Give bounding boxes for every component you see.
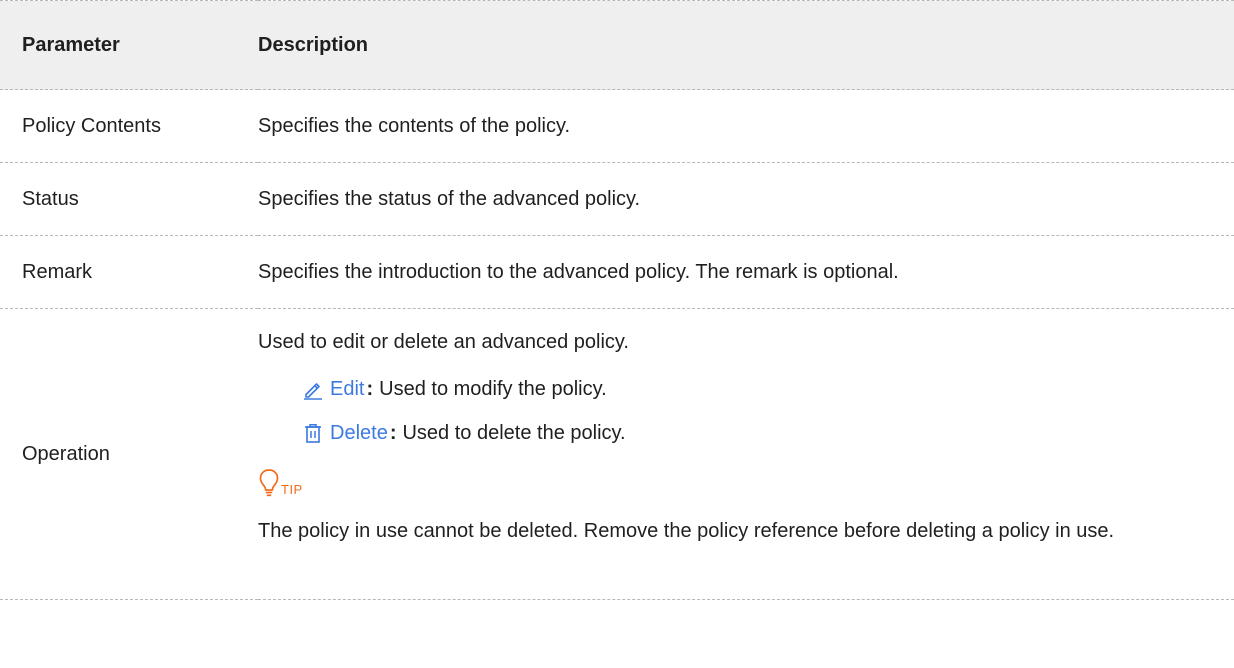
- description-cell: Specifies the introduction to the advanc…: [258, 235, 1234, 309]
- delete-operation-item: Delete : Used to delete the policy.: [258, 418, 1214, 448]
- parameter-table: Parameter Description Policy Contents Sp…: [0, 0, 1234, 600]
- column-header-parameter: Parameter: [0, 0, 258, 90]
- parameter-cell: Status: [0, 162, 258, 236]
- tip-heading: TIP: [258, 464, 1214, 498]
- edit-description: Used to modify the policy.: [379, 378, 607, 400]
- edit-label: Edit: [330, 378, 365, 400]
- table-row-operation: Operation Used to edit or delete an adva…: [0, 308, 1234, 600]
- delete-icon: [302, 422, 324, 444]
- table-header-row: Parameter Description: [0, 0, 1234, 90]
- edit-colon: :: [366, 378, 374, 400]
- lightbulb-icon: [258, 468, 280, 498]
- tip-text: The policy in use cannot be deleted. Rem…: [258, 520, 1115, 542]
- delete-colon: :: [389, 422, 397, 444]
- table-row-policy-contents: Policy Contents Specifies the contents o…: [0, 89, 1234, 163]
- operation-intro: Used to edit or delete an advanced polic…: [258, 331, 629, 353]
- parameter-cell: Remark: [0, 235, 258, 309]
- parameter-cell: Operation: [0, 308, 258, 600]
- parameter-cell: Policy Contents: [0, 89, 258, 163]
- description-cell: Used to edit or delete an advanced polic…: [258, 308, 1234, 600]
- description-cell: Specifies the contents of the policy.: [258, 89, 1234, 163]
- edit-icon: [302, 378, 324, 400]
- table-row-remark: Remark Specifies the introduction to the…: [0, 235, 1234, 309]
- table-row-status: Status Specifies the status of the advan…: [0, 162, 1234, 236]
- tip-label: TIP: [281, 482, 303, 497]
- column-header-description: Description: [258, 0, 1234, 90]
- edit-operation-item: Edit : Used to modify the policy.: [258, 374, 1214, 404]
- description-cell: Specifies the status of the advanced pol…: [258, 162, 1234, 236]
- delete-description: Used to delete the policy.: [402, 422, 626, 444]
- delete-label: Delete: [330, 422, 388, 444]
